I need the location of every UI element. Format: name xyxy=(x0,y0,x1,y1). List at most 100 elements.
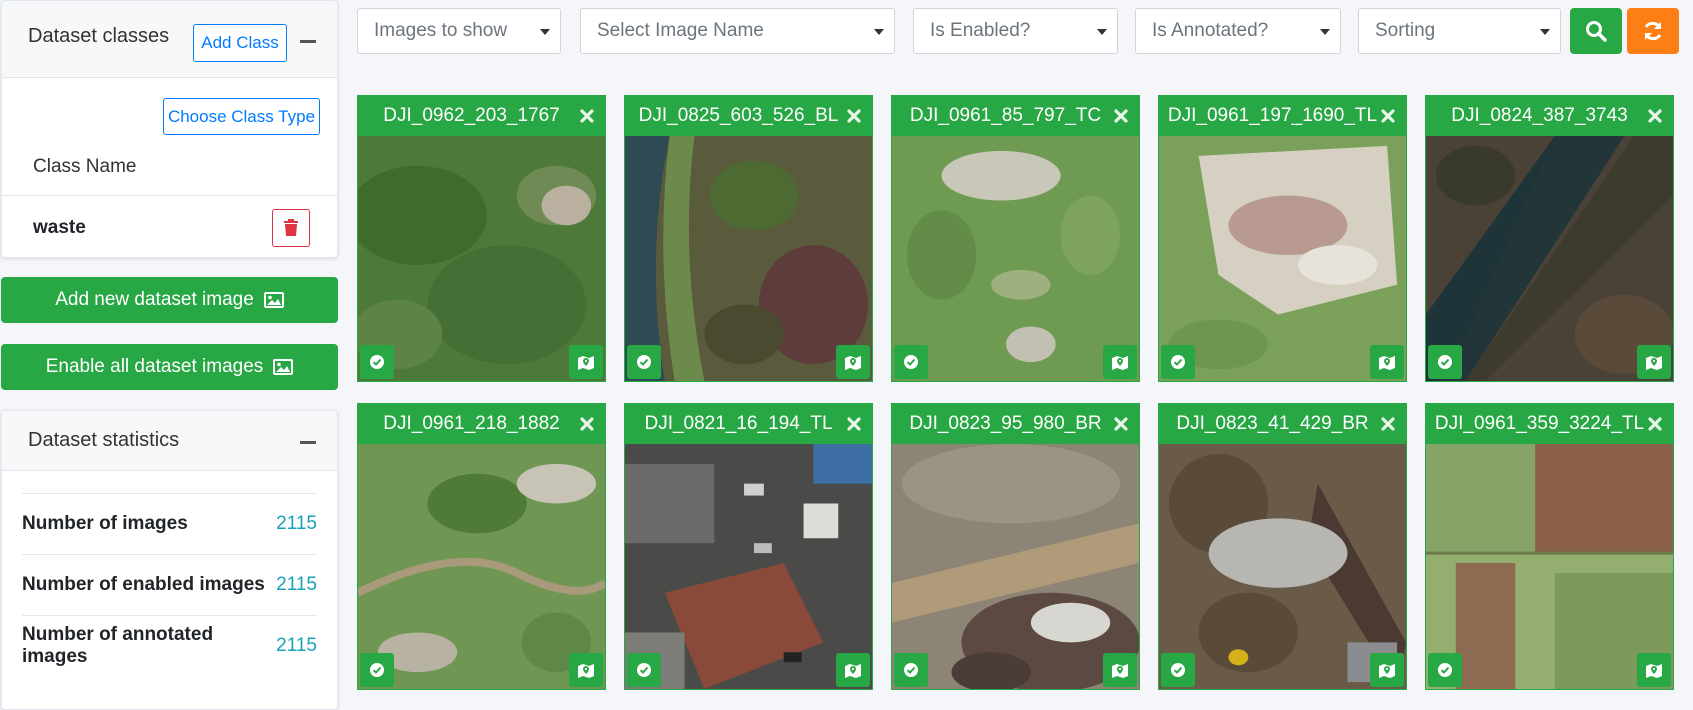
map-marker-icon xyxy=(1646,356,1662,370)
stat-value: 2115 xyxy=(276,635,317,656)
map-marker-icon xyxy=(845,356,861,370)
close-icon[interactable] xyxy=(1380,108,1396,124)
chevron-down-icon xyxy=(1097,29,1107,35)
image-card-header: DJI_0962_203_1767 xyxy=(358,96,605,136)
collapse-classes-icon[interactable] xyxy=(300,40,316,43)
check-circle-icon xyxy=(370,355,384,369)
image-thumbnail[interactable] xyxy=(892,136,1139,381)
image-name: DJI_0961_359_3224_TL xyxy=(1434,413,1645,434)
map-marker-icon xyxy=(578,356,594,370)
close-icon[interactable] xyxy=(1113,416,1129,432)
image-card[interactable]: DJI_0961_359_3224_TL xyxy=(1425,403,1674,690)
refresh-button[interactable] xyxy=(1627,8,1679,54)
enable-all-images-label: Enable all dataset images xyxy=(45,356,264,377)
image-name-select[interactable]: Select Image Name xyxy=(580,8,895,54)
annotated-badge[interactable] xyxy=(1103,345,1137,379)
images-to-show-select[interactable]: Images to show xyxy=(357,8,561,54)
is-enabled-value: Is Enabled? xyxy=(930,20,1031,41)
image-thumbnail[interactable] xyxy=(892,444,1139,689)
check-circle-icon xyxy=(904,663,918,677)
dataset-classes-card: Dataset classes Add Class Choose Class T… xyxy=(1,0,338,258)
image-name-value: Select Image Name xyxy=(597,20,764,41)
image-card[interactable]: DJI_0825_603_526_BL xyxy=(624,95,873,382)
image-thumbnail[interactable] xyxy=(1159,136,1406,381)
annotated-badge[interactable] xyxy=(1637,345,1671,379)
enabled-badge[interactable] xyxy=(1428,653,1462,687)
annotated-badge[interactable] xyxy=(836,345,870,379)
image-name: DJI_0961_218_1882 xyxy=(383,413,560,434)
image-thumbnail[interactable] xyxy=(358,136,605,381)
annotated-badge[interactable] xyxy=(1370,653,1404,687)
image-card[interactable]: DJI_0821_16_194_TL xyxy=(624,403,873,690)
annotated-badge[interactable] xyxy=(1370,345,1404,379)
is-annotated-value: Is Annotated? xyxy=(1152,20,1269,41)
add-dataset-image-button[interactable]: Add new dataset image xyxy=(1,277,338,323)
collapse-statistics-icon[interactable] xyxy=(300,441,316,444)
close-icon[interactable] xyxy=(1647,108,1663,124)
images-to-show-value: Images to show xyxy=(374,20,508,41)
annotated-badge[interactable] xyxy=(569,345,603,379)
chevron-down-icon xyxy=(874,29,884,35)
enabled-badge[interactable] xyxy=(1428,345,1462,379)
dataset-statistics-title: Dataset statistics xyxy=(28,429,180,451)
image-card-header: DJI_0961_85_797_TC xyxy=(892,96,1139,136)
enable-all-images-button[interactable]: Enable all dataset images xyxy=(1,344,338,390)
image-card[interactable]: DJI_0961_197_1690_TL xyxy=(1158,95,1407,382)
annotated-badge[interactable] xyxy=(836,653,870,687)
image-thumbnail[interactable] xyxy=(625,444,872,689)
image-card[interactable]: DJI_0823_41_429_BR xyxy=(1158,403,1407,690)
map-marker-icon xyxy=(1112,664,1128,678)
image-thumbnail[interactable] xyxy=(625,136,872,381)
enabled-badge[interactable] xyxy=(894,653,928,687)
close-icon[interactable] xyxy=(579,416,595,432)
image-name: DJI_0825_603_526_BL xyxy=(638,105,839,126)
image-thumbnail[interactable] xyxy=(358,444,605,689)
image-card[interactable]: DJI_0961_218_1882 xyxy=(357,403,606,690)
close-icon[interactable] xyxy=(846,108,862,124)
enabled-badge[interactable] xyxy=(360,345,394,379)
sorting-select[interactable]: Sorting xyxy=(1358,8,1561,54)
check-circle-icon xyxy=(1171,355,1185,369)
enabled-badge[interactable] xyxy=(627,653,661,687)
enabled-badge[interactable] xyxy=(627,345,661,379)
image-card[interactable]: DJI_0961_85_797_TC xyxy=(891,95,1140,382)
image-card[interactable]: DJI_0823_95_980_BR xyxy=(891,403,1140,690)
stat-row-enabled: Number of enabled images 2115 xyxy=(22,554,317,615)
delete-class-button[interactable] xyxy=(272,209,310,247)
class-name: waste xyxy=(33,217,86,238)
image-name: DJI_0821_16_194_TL xyxy=(644,413,833,434)
close-icon[interactable] xyxy=(1113,108,1129,124)
stat-value: 2115 xyxy=(276,574,317,595)
enabled-badge[interactable] xyxy=(1161,653,1195,687)
add-class-button[interactable]: Add Class xyxy=(193,24,287,62)
close-icon[interactable] xyxy=(1647,416,1663,432)
chevron-down-icon xyxy=(540,29,550,35)
map-marker-icon xyxy=(1379,664,1395,678)
enabled-badge[interactable] xyxy=(360,653,394,687)
dataset-classes-header: Dataset classes Add Class xyxy=(2,1,337,78)
image-card-header: DJI_0961_218_1882 xyxy=(358,404,605,444)
annotated-badge[interactable] xyxy=(1637,653,1671,687)
check-circle-icon xyxy=(637,355,651,369)
search-button[interactable] xyxy=(1570,8,1622,54)
close-icon[interactable] xyxy=(579,108,595,124)
is-annotated-select[interactable]: Is Annotated? xyxy=(1135,8,1341,54)
choose-class-type-button[interactable]: Choose Class Type xyxy=(163,98,320,135)
image-name: DJI_0961_85_797_TC xyxy=(909,105,1102,126)
image-thumbnail[interactable] xyxy=(1159,444,1406,689)
close-icon[interactable] xyxy=(1380,416,1396,432)
check-circle-icon xyxy=(1438,355,1452,369)
sidebar: Dataset classes Add Class Choose Class T… xyxy=(1,0,338,710)
enabled-badge[interactable] xyxy=(1161,345,1195,379)
annotated-badge[interactable] xyxy=(569,653,603,687)
dataset-statistics-card: Dataset statistics Number of images 2115… xyxy=(1,410,338,710)
annotated-badge[interactable] xyxy=(1103,653,1137,687)
enabled-badge[interactable] xyxy=(894,345,928,379)
image-thumbnail[interactable] xyxy=(1426,136,1673,381)
image-card-header: DJI_0824_387_3743 xyxy=(1426,96,1673,136)
is-enabled-select[interactable]: Is Enabled? xyxy=(913,8,1118,54)
image-card[interactable]: DJI_0962_203_1767 xyxy=(357,95,606,382)
image-thumbnail[interactable] xyxy=(1426,444,1673,689)
close-icon[interactable] xyxy=(846,416,862,432)
image-card[interactable]: DJI_0824_387_3743 xyxy=(1425,95,1674,382)
